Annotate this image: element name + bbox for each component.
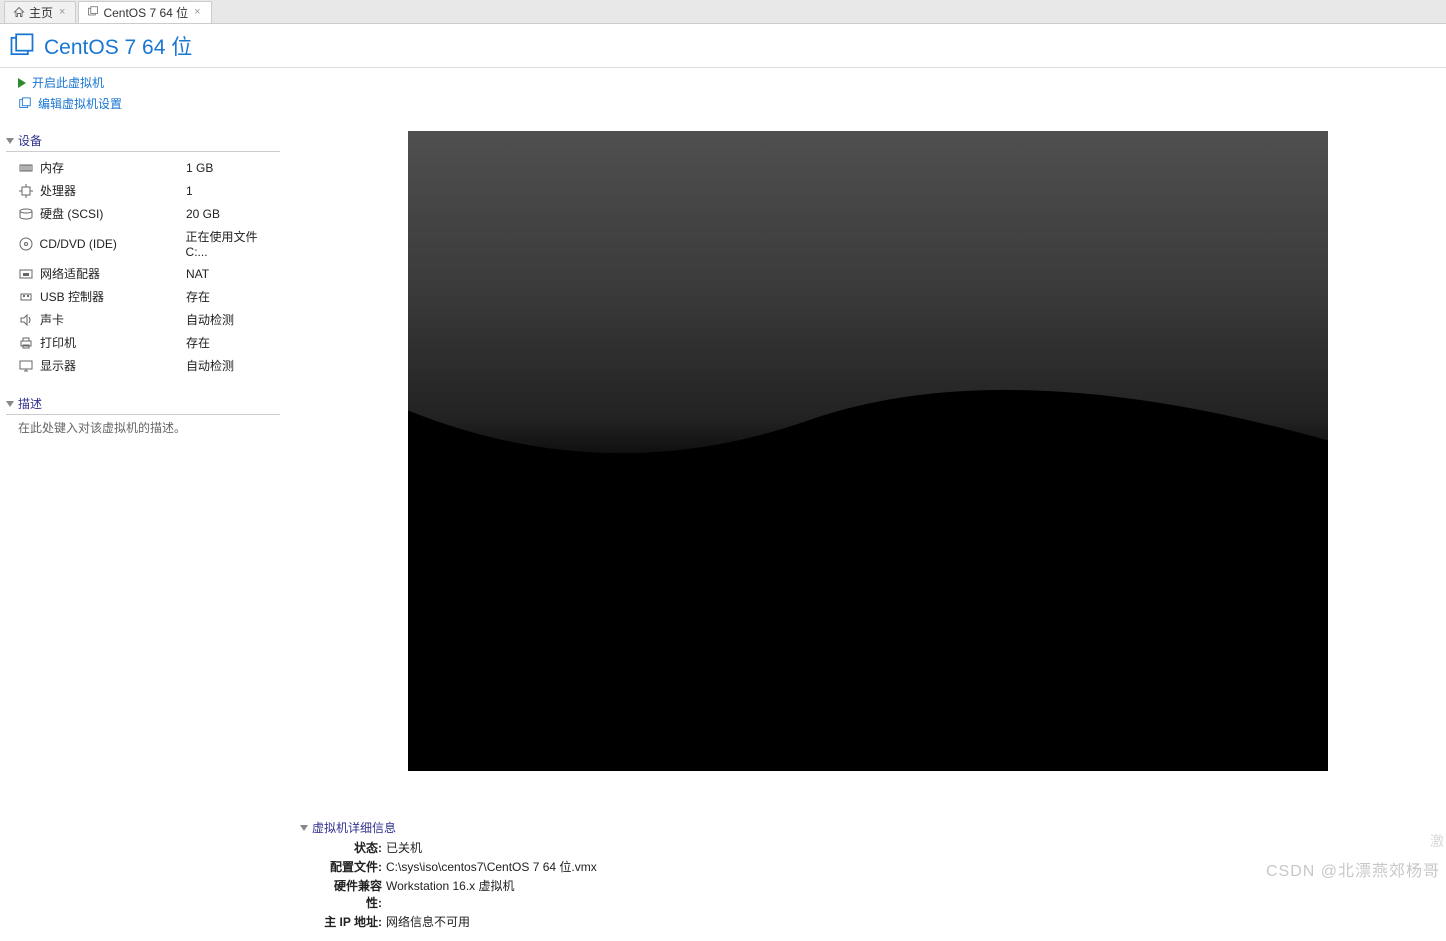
detail-value: 已关机	[386, 839, 422, 856]
device-label: 处理器	[40, 182, 180, 199]
vm-details-header[interactable]: 虚拟机详细信息	[300, 819, 1436, 838]
vm-details-section: 虚拟机详细信息 状态: 已关机 配置文件: C:\sys\iso\centos7…	[290, 813, 1446, 941]
power-on-label: 开启此虚拟机	[32, 74, 104, 91]
device-row-net[interactable]: 网络适配器 NAT	[18, 262, 280, 285]
detail-row-compat: 硬件兼容性: Workstation 16.x 虚拟机	[320, 876, 1436, 912]
tab-home-label: 主页	[29, 4, 53, 21]
device-value: 存在	[186, 334, 210, 351]
description-section: 描述 在此处键入对该虚拟机的描述。	[18, 395, 280, 436]
detail-row-ip: 主 IP 地址: 网络信息不可用	[320, 912, 1436, 931]
device-label: USB 控制器	[40, 288, 180, 305]
chevron-down-icon	[300, 825, 308, 831]
device-row-sound[interactable]: 声卡 自动检测	[18, 308, 280, 331]
cpu-icon	[18, 184, 34, 198]
detail-key: 状态:	[320, 839, 382, 856]
cd-icon	[18, 237, 34, 251]
edit-settings-label: 编辑虚拟机设置	[38, 95, 122, 112]
devices-section: 设备 内存 1 GB 处理器 1 硬盘 (SCSI) 20 GB	[18, 132, 280, 377]
detail-row-state: 状态: 已关机	[320, 838, 1436, 857]
vm-preview-wrap	[290, 68, 1446, 813]
devices-header-label: 设备	[18, 132, 42, 149]
memory-icon	[18, 163, 34, 173]
device-row-printer[interactable]: 打印机 存在	[18, 331, 280, 354]
sidebar: 开启此虚拟机 编辑虚拟机设置 设备 内存 1 GB 处理	[0, 68, 290, 941]
chevron-down-icon	[6, 138, 14, 144]
description-placeholder[interactable]: 在此处键入对该虚拟机的描述。	[18, 415, 280, 436]
device-row-cd[interactable]: CD/DVD (IDE) 正在使用文件 C:...	[18, 225, 280, 262]
device-value: 1	[186, 184, 193, 198]
page-title: CentOS 7 64 位	[44, 31, 192, 61]
close-icon[interactable]: ×	[192, 6, 202, 18]
device-row-memory[interactable]: 内存 1 GB	[18, 156, 280, 179]
disk-icon	[18, 208, 34, 220]
detail-key: 主 IP 地址:	[320, 913, 382, 930]
device-value: 20 GB	[186, 207, 220, 221]
description-header[interactable]: 描述	[6, 395, 280, 415]
display-icon	[18, 360, 34, 372]
sound-icon	[18, 314, 34, 326]
detail-row-config: 配置文件: C:\sys\iso\centos7\CentOS 7 64 位.v…	[320, 857, 1436, 876]
detail-value: C:\sys\iso\centos7\CentOS 7 64 位.vmx	[386, 858, 597, 875]
vm-screen-preview[interactable]	[408, 131, 1328, 771]
device-value: 存在	[186, 288, 210, 305]
device-label: 打印机	[40, 334, 180, 351]
play-icon	[18, 78, 26, 88]
edit-icon	[18, 97, 32, 111]
vm-title-icon	[8, 32, 36, 60]
device-label: 内存	[40, 159, 180, 176]
close-icon[interactable]: ×	[57, 6, 67, 18]
device-value: 自动检测	[186, 357, 234, 374]
vm-tab-icon	[87, 6, 99, 18]
vm-details-header-label: 虚拟机详细信息	[312, 819, 396, 836]
device-row-disk[interactable]: 硬盘 (SCSI) 20 GB	[18, 202, 280, 225]
tab-vm[interactable]: CentOS 7 64 位 ×	[78, 1, 211, 23]
usb-icon	[18, 291, 34, 303]
power-on-button[interactable]: 开启此虚拟机	[18, 72, 280, 93]
edit-settings-button[interactable]: 编辑虚拟机设置	[18, 93, 280, 114]
detail-key: 配置文件:	[320, 858, 382, 875]
device-value: NAT	[186, 267, 209, 281]
tabs-bar: 主页 × CentOS 7 64 位 ×	[0, 0, 1446, 24]
device-label: CD/DVD (IDE)	[40, 237, 180, 251]
detail-value: 网络信息不可用	[386, 913, 470, 930]
vm-screen-gloss	[408, 131, 1328, 771]
printer-icon	[18, 337, 34, 349]
network-icon	[18, 268, 34, 280]
device-label: 声卡	[40, 311, 180, 328]
detail-value: Workstation 16.x 虚拟机	[386, 877, 515, 911]
device-value: 自动检测	[186, 311, 234, 328]
home-icon	[13, 6, 25, 18]
content-pane: 虚拟机详细信息 状态: 已关机 配置文件: C:\sys\iso\centos7…	[290, 68, 1446, 941]
description-header-label: 描述	[18, 395, 42, 412]
detail-key: 硬件兼容性:	[320, 877, 382, 911]
device-label: 硬盘 (SCSI)	[40, 205, 180, 222]
device-value: 正在使用文件 C:...	[186, 228, 280, 259]
tab-vm-label: CentOS 7 64 位	[103, 4, 188, 21]
title-bar: CentOS 7 64 位	[0, 24, 1446, 68]
device-label: 显示器	[40, 357, 180, 374]
activate-hint: 激	[1430, 831, 1444, 851]
chevron-down-icon	[6, 401, 14, 407]
device-label: 网络适配器	[40, 265, 180, 282]
device-row-usb[interactable]: USB 控制器 存在	[18, 285, 280, 308]
device-value: 1 GB	[186, 161, 213, 175]
tab-home[interactable]: 主页 ×	[4, 1, 76, 23]
devices-header[interactable]: 设备	[6, 132, 280, 152]
device-row-cpu[interactable]: 处理器 1	[18, 179, 280, 202]
device-row-display[interactable]: 显示器 自动检测	[18, 354, 280, 377]
